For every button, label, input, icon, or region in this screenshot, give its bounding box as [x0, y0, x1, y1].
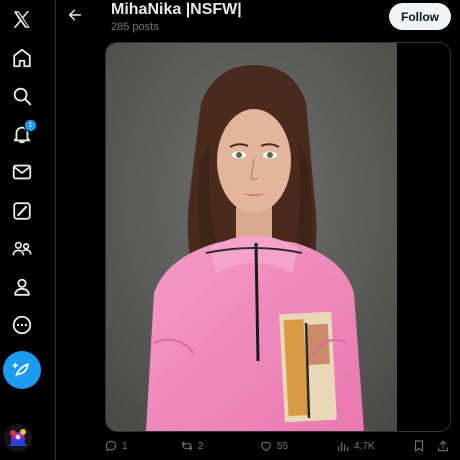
reply-icon — [105, 440, 117, 452]
repost-icon — [181, 441, 193, 451]
share-button[interactable] — [436, 436, 450, 456]
compose-post-button[interactable] — [3, 351, 41, 389]
post-photo — [106, 43, 397, 431]
arrow-left-icon — [68, 9, 82, 21]
home-icon[interactable] — [4, 40, 40, 76]
grok-icon[interactable] — [4, 193, 40, 229]
views-button[interactable]: 4.7K — [336, 436, 375, 456]
more-icon[interactable] — [4, 307, 40, 343]
notifications-icon[interactable]: 1 — [4, 116, 40, 152]
repost-count: 2 — [198, 440, 204, 452]
post-compose-icon — [12, 362, 29, 377]
reply-button[interactable]: 1 — [104, 436, 128, 456]
messages-icon[interactable] — [4, 154, 40, 190]
app-window: 1 MihaNika |NSFW| 285 posts Follow 1 2 5… — [0, 0, 460, 460]
follow-button[interactable]: Follow — [389, 3, 451, 30]
reply-count: 1 — [122, 440, 128, 452]
bookmark-button[interactable] — [412, 436, 426, 456]
heart-icon — [261, 441, 271, 452]
repost-button[interactable]: 2 — [180, 436, 204, 456]
like-button[interactable]: 55 — [259, 436, 288, 456]
post-action-bar: 1 2 55 4.7K — [104, 436, 454, 456]
page-title: MihaNika |NSFW| — [111, 1, 242, 18]
notification-badge: 1 — [24, 119, 37, 132]
post-count: 285 posts — [111, 21, 159, 33]
back-button[interactable] — [64, 4, 86, 26]
x-logo-icon[interactable] — [4, 2, 40, 38]
share-icon — [438, 440, 448, 452]
view-count: 4.7K — [354, 440, 375, 452]
profile-icon[interactable] — [4, 269, 40, 305]
bookmark-icon — [414, 440, 424, 452]
like-count: 55 — [277, 440, 289, 452]
explore-icon[interactable] — [4, 78, 40, 114]
post-media[interactable] — [105, 42, 451, 432]
profile-header: MihaNika |NSFW| 285 posts Follow — [57, 0, 460, 40]
views-chart-icon — [338, 441, 349, 452]
communities-icon[interactable] — [4, 231, 40, 267]
sidebar-nav: 1 — [0, 0, 56, 460]
account-avatar[interactable] — [4, 424, 32, 452]
